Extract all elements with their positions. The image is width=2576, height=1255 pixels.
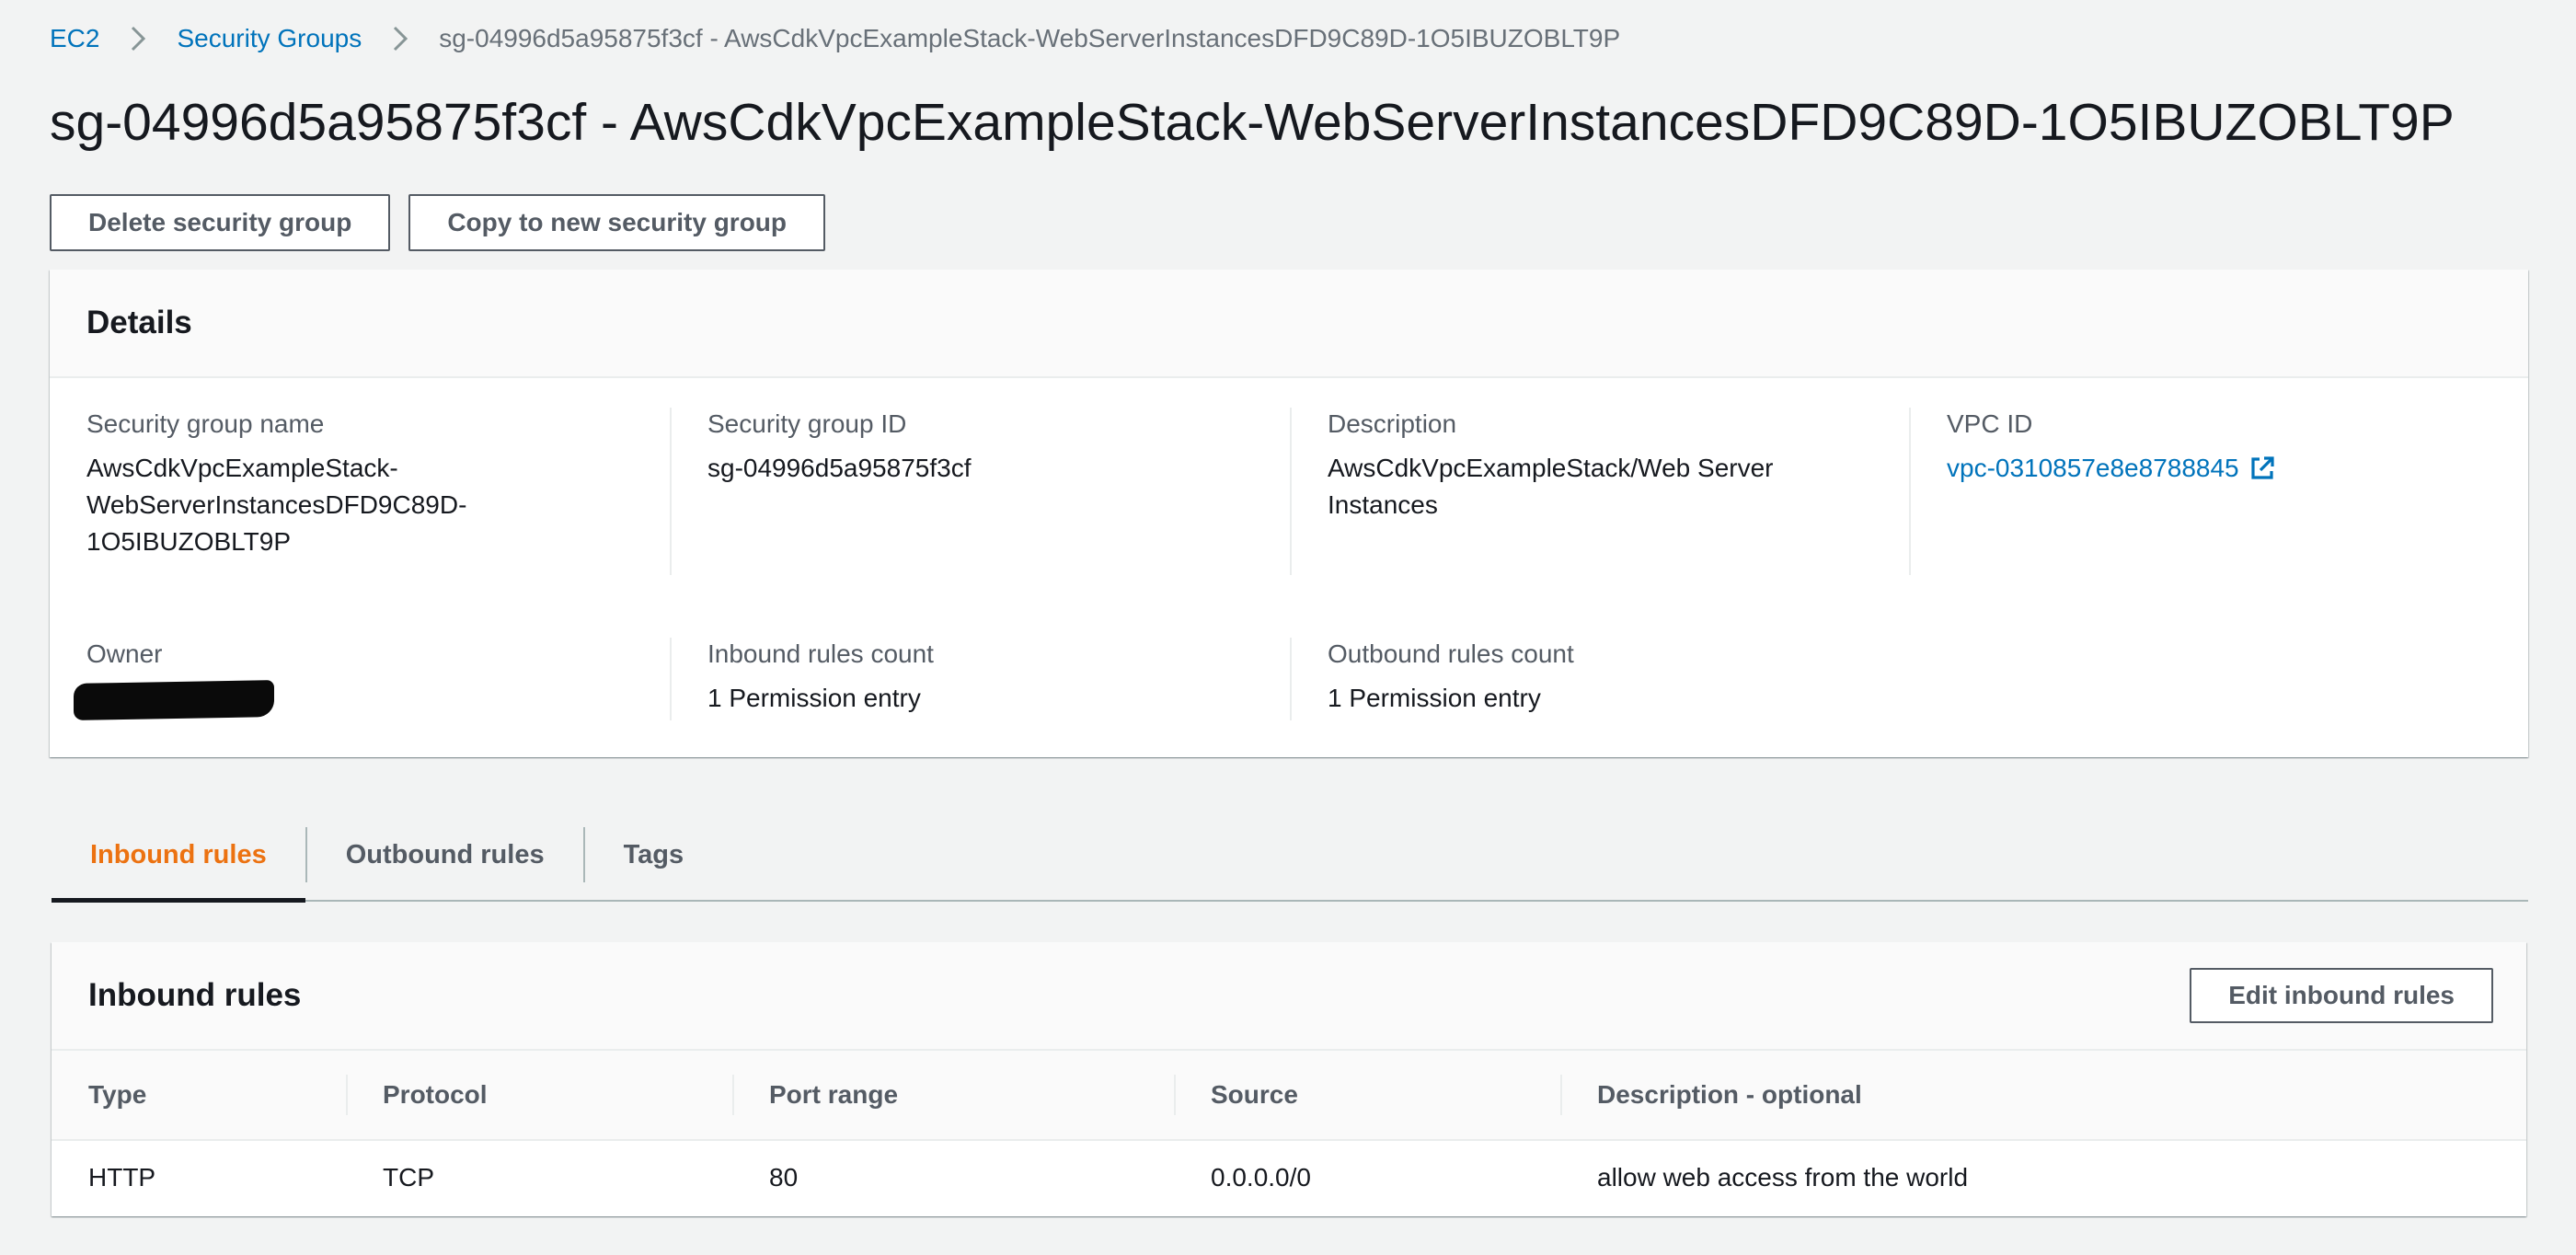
outbound-rules-count-label: Outbound rules count <box>1328 639 1574 668</box>
tab-tags[interactable]: Tags <box>585 810 723 900</box>
external-link-icon <box>2251 456 2274 479</box>
vpc-id-link-text: vpc-0310857e8e8788845 <box>1947 454 2239 482</box>
description-value: AwsCdkVpcExampleStack/Web Server Instanc… <box>1328 450 1898 524</box>
column-header-port-range[interactable]: Port range <box>732 1051 1174 1141</box>
security-group-name-line: WebServerInstancesDFD9C89D- <box>86 490 467 519</box>
cell-protocol: TCP <box>383 1163 434 1192</box>
security-group-detail-page: EC2 Security Groups sg-04996d5a95875f3cf… <box>0 0 2576 1255</box>
description-line: Instances <box>1328 490 1438 519</box>
details-heading: Details <box>86 305 192 340</box>
column-header-description[interactable]: Description - optional <box>1560 1051 2526 1141</box>
field-description: Description AwsCdkVpcExampleStack/Web Se… <box>1328 406 1898 524</box>
field-security-group-id: Security group ID sg-04996d5a95875f3cf <box>707 406 1278 487</box>
security-group-name-value: AwsCdkVpcExampleStack- WebServerInstance… <box>86 450 657 560</box>
security-group-id-value: sg-04996d5a95875f3cf <box>707 454 972 482</box>
security-group-name-label: Security group name <box>86 409 325 438</box>
column-header-label: Protocol <box>383 1080 488 1109</box>
column-header-type[interactable]: Type <box>52 1051 346 1141</box>
field-divider <box>1909 408 1911 575</box>
column-divider <box>1560 1075 1562 1115</box>
field-vpc-id: VPC ID vpc-0310857e8e8788845 <box>1947 406 2517 487</box>
header-actions: Delete security group Copy to new securi… <box>50 194 826 251</box>
field-divider <box>670 638 672 720</box>
description-label: Description <box>1328 409 1457 438</box>
vpc-id-label: VPC ID <box>1947 409 2033 438</box>
tab-inbound-rules[interactable]: Inbound rules <box>52 810 305 903</box>
chevron-right-icon <box>394 26 408 52</box>
breadcrumb-current: sg-04996d5a95875f3cf - AwsCdkVpcExampleS… <box>439 24 1621 52</box>
column-divider <box>732 1075 734 1115</box>
table-header-row: Type Protocol Port range Source Descript… <box>52 1051 2526 1141</box>
page-title: sg-04996d5a95875f3cf - AwsCdkVpcExampleS… <box>50 93 2455 152</box>
cell-source: 0.0.0.0/0 <box>1211 1163 1311 1192</box>
table-row: HTTP TCP 80 0.0.0.0/0 allow web access f… <box>52 1140 2526 1215</box>
field-owner: Owner <box>74 636 657 720</box>
vpc-id-value: vpc-0310857e8e8788845 <box>1947 450 2517 487</box>
cell-type: HTTP <box>88 1163 156 1192</box>
security-group-name-line: 1O5IBUZOBLT9P <box>86 527 292 556</box>
breadcrumb-security-groups-link[interactable]: Security Groups <box>177 20 362 57</box>
inbound-rules-table: Type Protocol Port range Source Descript… <box>52 1051 2526 1215</box>
description-line: AwsCdkVpcExampleStack/Web Server <box>1328 454 1774 482</box>
field-security-group-name: Security group name AwsCdkVpcExampleStac… <box>86 406 657 560</box>
column-divider <box>346 1075 348 1115</box>
security-group-name-line: AwsCdkVpcExampleStack- <box>86 454 398 482</box>
edit-inbound-rules-button[interactable]: Edit inbound rules <box>2190 968 2493 1023</box>
inbound-rules-panel: Inbound rules Edit inbound rules Type Pr… <box>52 942 2526 1216</box>
breadcrumb-ec2-link[interactable]: EC2 <box>50 20 99 57</box>
field-inbound-rules-count: Inbound rules count 1 Permission entry <box>707 636 1278 717</box>
field-divider <box>1290 638 1292 720</box>
field-outbound-rules-count: Outbound rules count 1 Permission entry <box>1328 636 1898 717</box>
tab-outbound-rules[interactable]: Outbound rules <box>307 810 583 900</box>
outbound-rules-count-value: 1 Permission entry <box>1328 684 1541 712</box>
column-header-label: Source <box>1211 1080 1298 1109</box>
field-divider <box>670 408 672 575</box>
owner-label: Owner <box>86 639 163 668</box>
inbound-rules-header: Inbound rules Edit inbound rules <box>52 942 2526 1051</box>
copy-to-new-security-group-button[interactable]: Copy to new security group <box>408 194 826 251</box>
column-header-label: Description - optional <box>1597 1080 1862 1109</box>
cell-port-range: 80 <box>769 1163 799 1192</box>
inbound-rules-count-label: Inbound rules count <box>707 639 934 668</box>
owner-value-redacted <box>74 680 274 720</box>
inbound-rules-count-value: 1 Permission entry <box>707 684 921 712</box>
details-grid: Security group name AwsCdkVpcExampleStac… <box>50 378 2528 755</box>
inbound-rules-heading: Inbound rules <box>88 977 302 1013</box>
column-header-label: Type <box>88 1080 147 1109</box>
tab-bar: Inbound rules Outbound rules Tags <box>52 810 2528 903</box>
breadcrumb: EC2 Security Groups sg-04996d5a95875f3cf… <box>50 20 1620 57</box>
details-panel: Details Security group name AwsCdkVpcExa… <box>50 270 2528 757</box>
column-header-label: Port range <box>769 1080 899 1109</box>
cell-description: allow web access from the world <box>1597 1163 1969 1192</box>
vpc-id-link[interactable]: vpc-0310857e8e8788845 <box>1947 450 2276 487</box>
column-header-protocol[interactable]: Protocol <box>346 1051 732 1141</box>
field-divider <box>1290 408 1292 575</box>
details-header: Details <box>50 270 2528 378</box>
column-divider <box>1174 1075 1176 1115</box>
chevron-right-icon <box>132 26 146 52</box>
column-header-source[interactable]: Source <box>1174 1051 1560 1141</box>
security-group-id-label: Security group ID <box>707 409 907 438</box>
delete-security-group-button[interactable]: Delete security group <box>50 194 391 251</box>
